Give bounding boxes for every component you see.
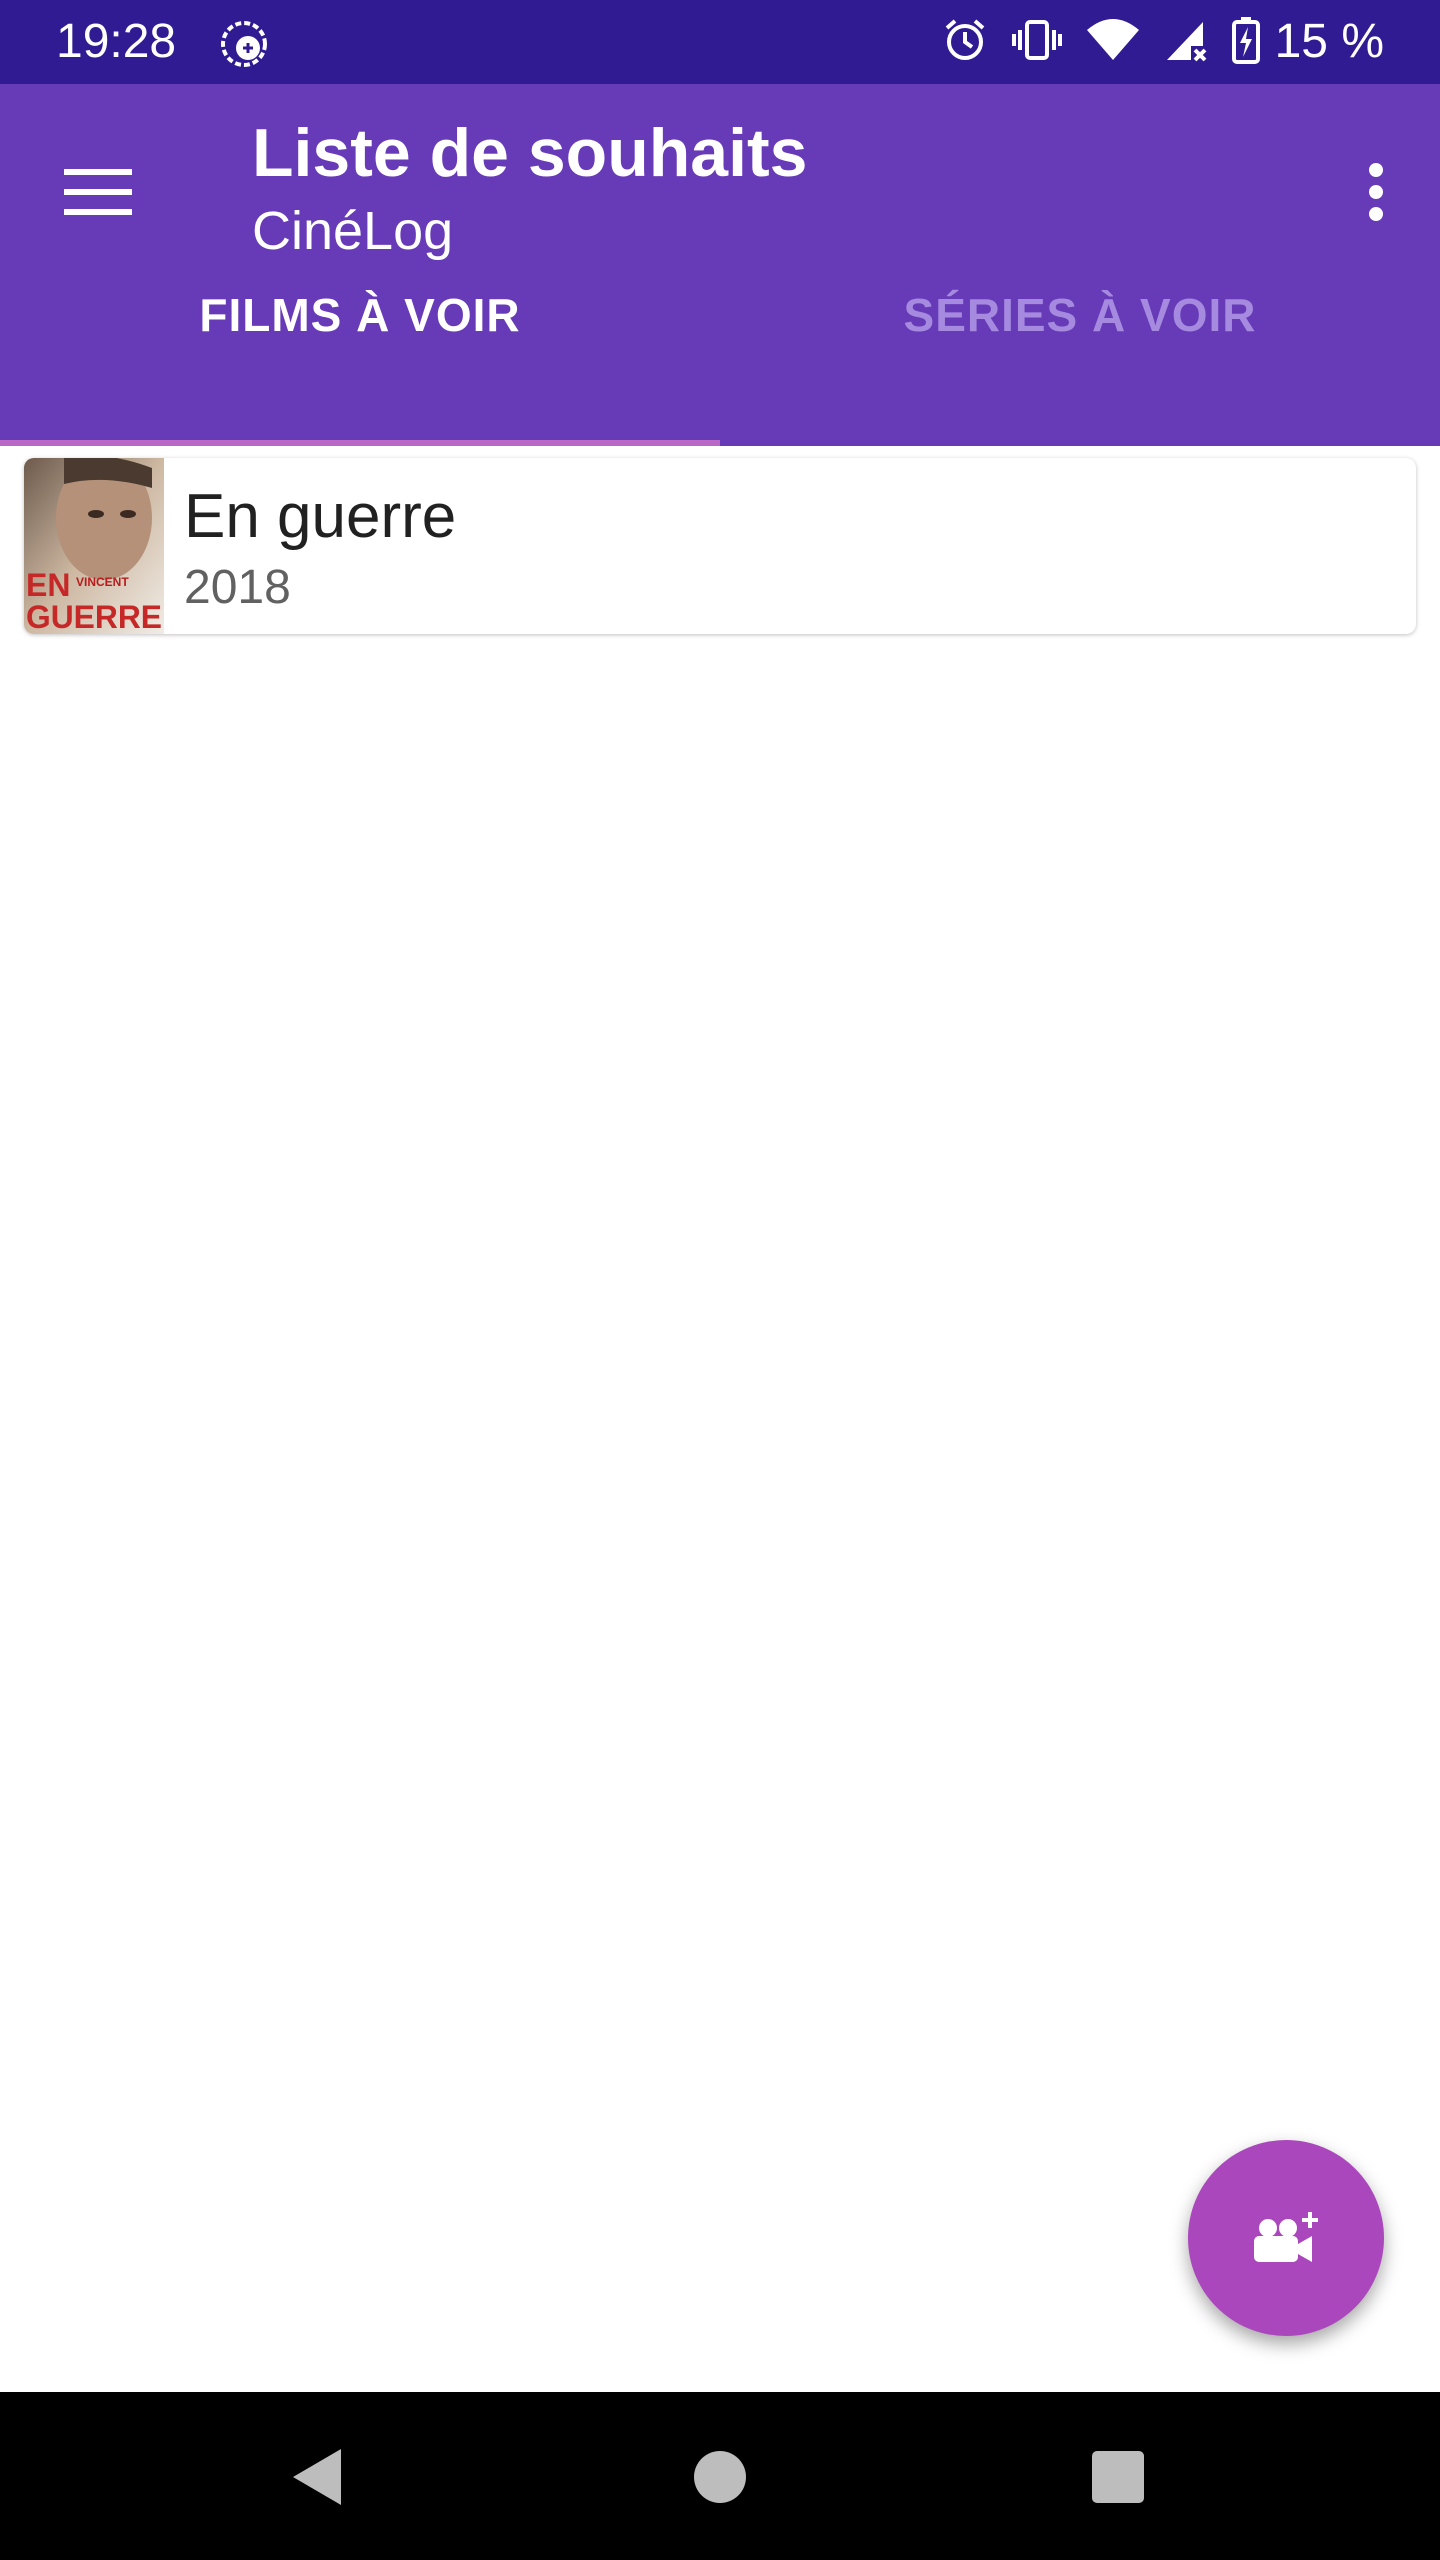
back-button[interactable] [272, 2432, 362, 2522]
movie-poster: VINCENT EN GUERRE [24, 458, 164, 634]
poster-title-bottom: GUERRE [26, 599, 162, 634]
status-time: 19:28 [56, 15, 177, 68]
home-icon [694, 2451, 746, 2503]
add-movie-camera-icon [1254, 2212, 1318, 2262]
battery-percentage: 15 % [1274, 15, 1384, 68]
wifi-icon [1085, 16, 1141, 69]
recents-button[interactable] [1073, 2432, 1163, 2522]
poster-small-text: VINCENT [76, 575, 129, 589]
hamburger-menu-icon [64, 169, 132, 215]
add-movie-fab[interactable] [1188, 2140, 1384, 2336]
app-notification-icon [218, 18, 270, 70]
vibrate-icon [1011, 16, 1063, 69]
cell-signal-icon [1163, 16, 1209, 69]
menu-button[interactable] [48, 142, 148, 242]
tab-films-a-voir[interactable]: FILMS À VOIR [0, 268, 720, 362]
movie-year: 2018 [184, 561, 291, 614]
navigation-bar [0, 2392, 1440, 2560]
list-item[interactable]: VINCENT EN GUERRE En guerre 2018 [24, 458, 1416, 634]
tab-series-a-voir[interactable]: SÉRIES À VOIR [720, 268, 1440, 362]
more-vert-icon [1369, 163, 1383, 221]
movie-title: En guerre [184, 482, 457, 551]
tab-indicator [0, 440, 720, 446]
status-icons: 15 % [919, 14, 1384, 70]
back-icon [293, 2449, 341, 2505]
poster-title-top: EN [26, 567, 70, 603]
battery-charging-icon [1231, 15, 1261, 70]
alarm-icon [941, 16, 989, 69]
recents-icon [1092, 2451, 1144, 2503]
app-subtitle: CinéLog [252, 201, 454, 261]
home-button[interactable] [675, 2432, 765, 2522]
tab-bar: FILMS À VOIR SÉRIES À VOIR [0, 268, 1440, 446]
status-bar: 19:28 15 % [0, 0, 1440, 84]
page-title: Liste de souhaits [252, 115, 808, 191]
overflow-menu-button[interactable] [1336, 142, 1416, 242]
